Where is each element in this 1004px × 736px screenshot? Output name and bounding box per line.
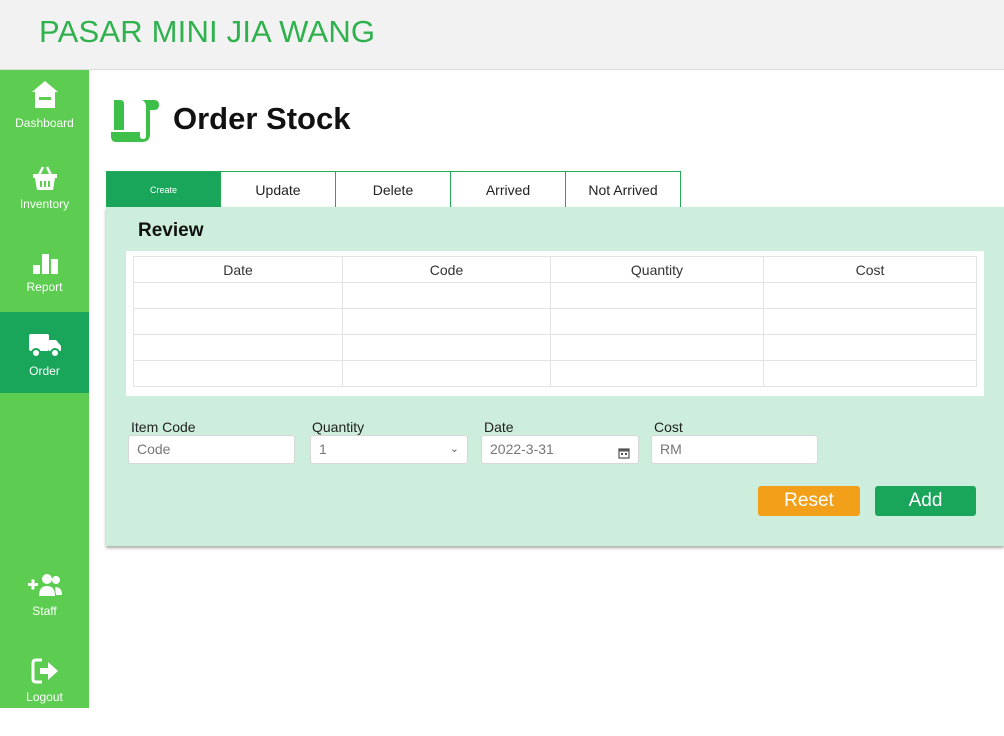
- bar-chart-icon: [32, 254, 58, 274]
- sidebar-item-inventory[interactable]: Inventory: [0, 163, 89, 243]
- table-cell: [550, 334, 764, 361]
- review-title: Review: [138, 220, 204, 241]
- table-cell: [342, 308, 551, 335]
- sidebar-item-label: Report: [26, 280, 63, 294]
- column-header-code: Code: [342, 256, 551, 283]
- order-panel: Review Date Code Quantity Cost Item Code…: [106, 207, 1004, 546]
- sidebar-item-staff[interactable]: Staff: [0, 570, 89, 650]
- table-header-row: Date Code Quantity Cost: [133, 256, 977, 283]
- basket-icon: [32, 166, 57, 190]
- quantity-select[interactable]: 1 ⌄: [310, 435, 468, 464]
- reset-button[interactable]: Reset: [758, 486, 860, 516]
- table-cell: [763, 308, 977, 335]
- date-label: Date: [484, 419, 514, 435]
- sidebar-item-order[interactable]: Order: [0, 312, 89, 393]
- truck-icon: [28, 334, 61, 358]
- add-button[interactable]: Add: [875, 486, 976, 516]
- date-value: 2022-3-31: [490, 441, 554, 457]
- table-row: [133, 360, 977, 387]
- table-row: [133, 334, 977, 361]
- sidebar-item-label: Inventory: [19, 197, 70, 211]
- table-cell: [133, 282, 343, 309]
- logout-icon: [31, 658, 58, 684]
- quantity-label: Quantity: [312, 419, 365, 435]
- table-cell: [133, 308, 343, 335]
- quantity-value: 1: [319, 441, 327, 457]
- table-cell: [550, 308, 764, 335]
- review-table: Date Code Quantity Cost: [133, 256, 977, 387]
- tab-update[interactable]: Update: [221, 171, 336, 208]
- table-cell: [342, 360, 551, 387]
- tab-not-arrived[interactable]: Not Arrived: [566, 171, 681, 208]
- item-code-label: Item Code: [131, 419, 196, 435]
- table-cell: [550, 282, 764, 309]
- item-code-input[interactable]: Code: [128, 435, 295, 464]
- table-cell: [342, 282, 551, 309]
- sidebar-item-logout[interactable]: Logout: [0, 656, 89, 736]
- page-title: Order Stock: [173, 101, 351, 136]
- sidebar-item-label: Order: [29, 364, 60, 378]
- cost-label: Cost: [654, 419, 683, 435]
- tab-delete[interactable]: Delete: [336, 171, 451, 208]
- column-header-date: Date: [133, 256, 343, 283]
- sidebar-item-label: Staff: [32, 604, 57, 618]
- chevron-down-icon: ⌄: [449, 443, 459, 455]
- table-cell: [133, 360, 343, 387]
- table-row: [133, 282, 977, 309]
- table-cell: [133, 334, 343, 361]
- date-input[interactable]: 2022-3-31: [481, 435, 639, 464]
- top-bar: PASAR MINI JIA WANG: [0, 0, 1004, 70]
- sidebar: Dashboard Inventory Report Order Staff L…: [0, 70, 89, 708]
- column-header-quantity: Quantity: [550, 256, 764, 283]
- calendar-icon[interactable]: [618, 443, 630, 470]
- column-header-cost: Cost: [763, 256, 977, 283]
- sidebar-item-dashboard[interactable]: Dashboard: [0, 78, 89, 158]
- tab-arrived[interactable]: Arrived: [451, 171, 566, 208]
- home-icon: [31, 81, 58, 108]
- sidebar-item-label: Logout: [26, 690, 63, 704]
- table-cell: [763, 360, 977, 387]
- app-title: PASAR MINI JIA WANG: [39, 14, 376, 49]
- review-table-container: Date Code Quantity Cost: [126, 251, 984, 396]
- add-users-icon: [27, 574, 62, 596]
- table-row: [133, 308, 977, 335]
- table-cell: [550, 360, 764, 387]
- table-cell: [763, 334, 977, 361]
- tab-create[interactable]: Create: [106, 171, 221, 208]
- scroll-icon: [111, 100, 159, 142]
- table-cell: [342, 334, 551, 361]
- table-cell: [763, 282, 977, 309]
- sidebar-item-label: Dashboard: [15, 116, 74, 130]
- cost-input[interactable]: RM: [651, 435, 818, 464]
